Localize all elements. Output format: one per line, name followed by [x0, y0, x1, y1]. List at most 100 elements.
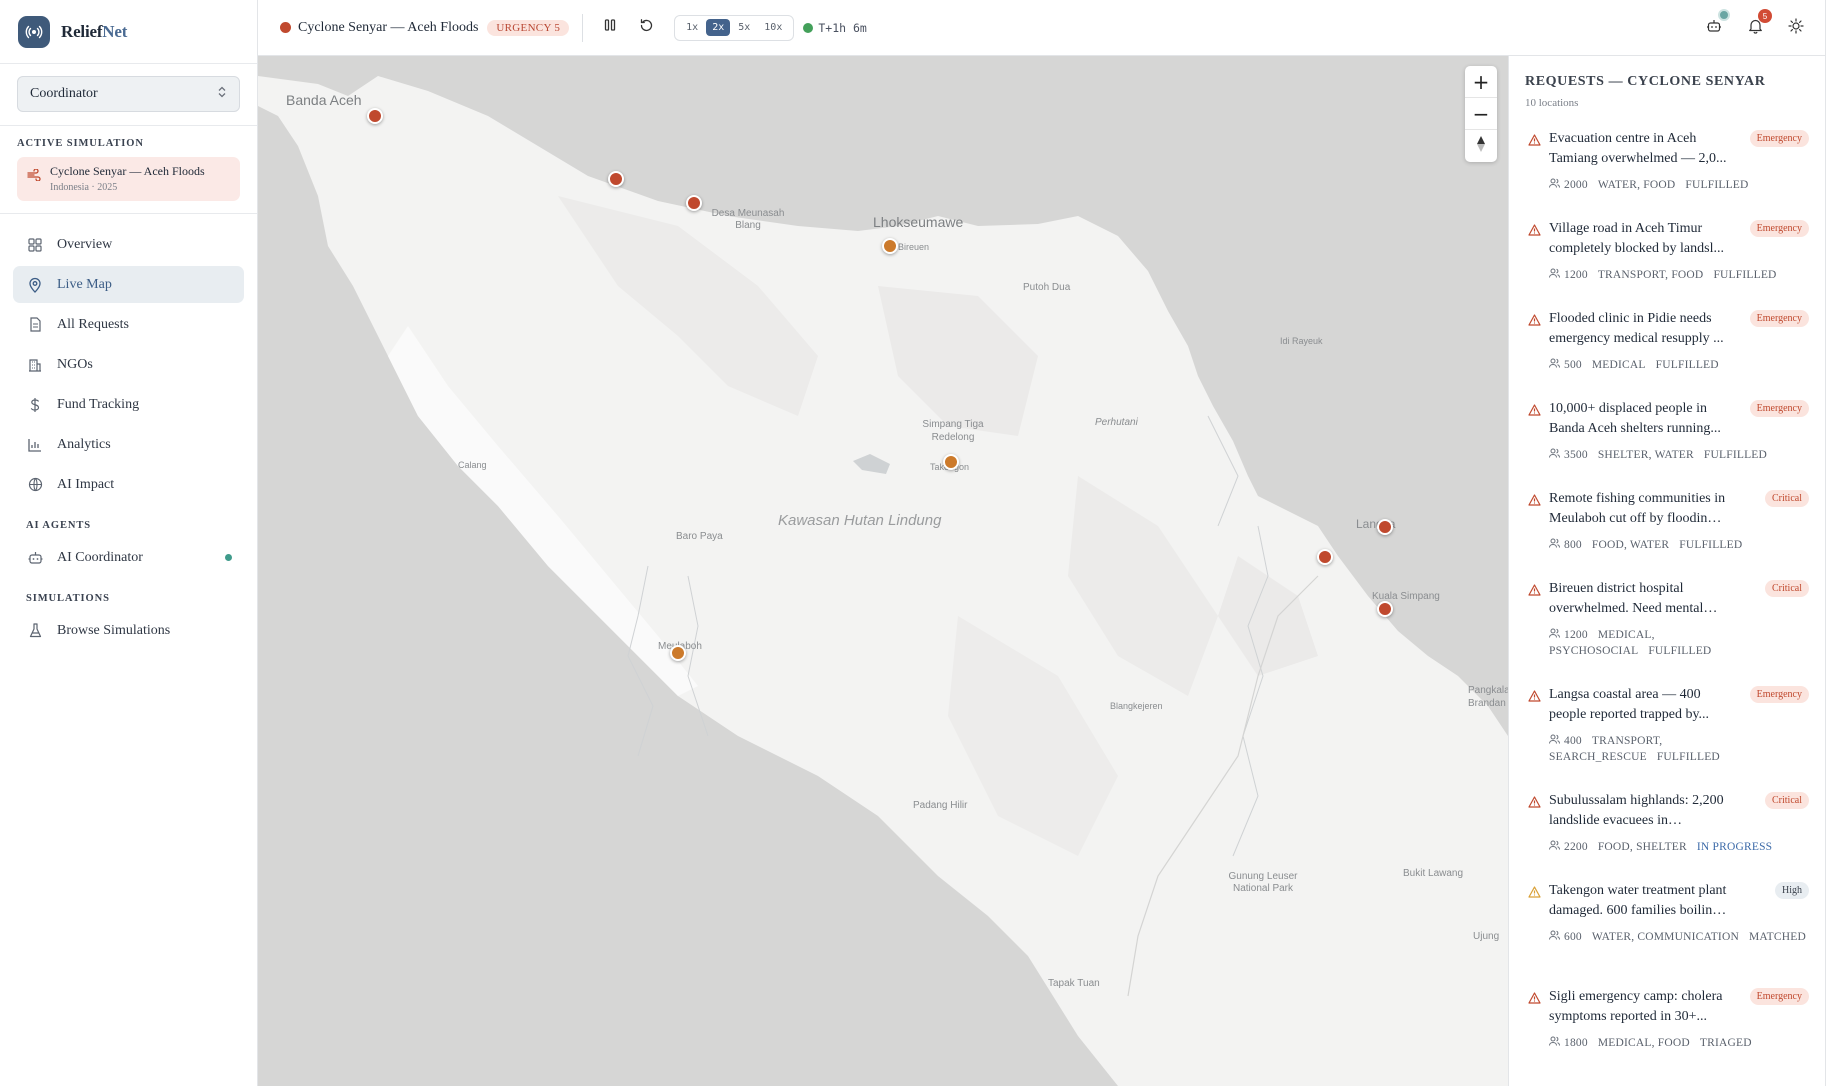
place-label: Kawasan Hutan Lindung: [778, 512, 942, 529]
users-icon: [1549, 447, 1564, 463]
request-item[interactable]: Bireuen district hospital overwhelmed. N…: [1509, 579, 1825, 685]
wind-icon: [27, 168, 41, 186]
role-select[interactable]: Coordinator: [17, 76, 240, 112]
request-item[interactable]: Village road in Aceh Timur completely bl…: [1509, 219, 1825, 309]
people-count-value: 3500: [1564, 449, 1588, 461]
nav-item-analytics[interactable]: Analytics: [13, 426, 244, 463]
people-count: 500: [1549, 357, 1582, 373]
speed-10x-button[interactable]: 10x: [758, 19, 788, 36]
nav-item-ai-coordinator[interactable]: AI Coordinator: [13, 539, 244, 576]
alert-triangle-icon: [1528, 583, 1541, 601]
place-label: Gunung Leuser National Park: [1228, 871, 1298, 894]
priority-badge: Emergency: [1749, 988, 1809, 1005]
simulation-status-dot: [280, 22, 291, 33]
request-status: TRIAGED: [1699, 1037, 1752, 1049]
request-item[interactable]: Remote fishing communities in Meulaboh c…: [1509, 489, 1825, 579]
alert-triangle-icon: [1528, 795, 1541, 813]
priority-badge: Emergency: [1749, 130, 1809, 147]
speed-5x-button[interactable]: 5x: [732, 19, 756, 36]
request-status: FULFILLED: [1679, 539, 1743, 551]
request-marker[interactable]: [367, 108, 383, 124]
nav-item-all-requests[interactable]: All Requests: [13, 306, 244, 343]
pause-icon: [603, 18, 617, 37]
nav-item-browse-simulations[interactable]: Browse Simulations: [13, 612, 244, 649]
people-count: 2200: [1549, 839, 1588, 855]
alert-triangle-icon: [1528, 223, 1541, 241]
request-marker[interactable]: [882, 238, 898, 254]
zoom-in-button[interactable]: +: [1465, 66, 1497, 98]
compass-icon: [1476, 134, 1486, 158]
request-categories: SHELTER, WATER: [1597, 449, 1694, 461]
plus-icon: +: [1472, 69, 1490, 94]
nav-item-label: Live Map: [57, 276, 112, 292]
nav-item-fund-tracking[interactable]: Fund Tracking: [13, 386, 244, 423]
users-icon: [1549, 177, 1564, 193]
request-title: Village road in Aceh Timur completely bl…: [1549, 221, 1724, 256]
request-categories: FOOD, WATER: [1591, 539, 1670, 551]
alert-triangle-icon: [1528, 313, 1541, 331]
online-status-dot: [225, 554, 232, 561]
request-status: FULFILLED: [1656, 751, 1720, 763]
speed-1x-button[interactable]: 1x: [680, 19, 704, 36]
request-item[interactable]: Takengon water treatment plant damaged. …: [1509, 881, 1825, 987]
sidebar: ReliefNet Coordinator ACTIVE SIMULATION …: [0, 0, 258, 1086]
minus-icon: −: [1472, 101, 1490, 126]
request-marker[interactable]: [670, 645, 686, 661]
people-count-value: 800: [1564, 539, 1582, 551]
request-marker[interactable]: [943, 454, 959, 470]
pause-button[interactable]: [596, 14, 624, 42]
request-item[interactable]: Sigli emergency camp: cholera symptoms r…: [1509, 987, 1825, 1077]
map-pin-icon: [27, 277, 43, 293]
request-item[interactable]: Evacuation centre in Aceh Tamiang overwh…: [1509, 129, 1825, 219]
reset-button[interactable]: [632, 14, 660, 42]
request-marker[interactable]: [686, 195, 702, 211]
place-label: Bukit Lawang: [1403, 868, 1464, 879]
bot-icon: [1706, 18, 1722, 38]
request-item[interactable]: Langsa coastal area — 400 people reporte…: [1509, 685, 1825, 791]
priority-badge: Emergency: [1749, 220, 1809, 237]
nav-item-ai-impact[interactable]: AI Impact: [13, 466, 244, 503]
nav-item-live-map[interactable]: Live Map: [13, 266, 244, 303]
theme-toggle-button[interactable]: [1783, 15, 1809, 41]
broadcast-icon: [18, 15, 50, 48]
ai-assistant-button[interactable]: [1701, 9, 1730, 41]
globe-icon: [27, 477, 43, 492]
speed-2x-button[interactable]: 2x: [706, 19, 731, 36]
request-meta: 1800 MEDICAL, FOOD TRIAGED: [1549, 1035, 1809, 1051]
people-count: 2000: [1549, 177, 1588, 193]
request-marker[interactable]: [1317, 549, 1333, 565]
map-basemap: [258, 56, 1508, 1086]
reset-bearing-button[interactable]: [1465, 130, 1497, 162]
request-meta: 600 WATER, COMMUNICATION MATCHED: [1549, 929, 1809, 945]
people-count-value: 2000: [1564, 179, 1588, 191]
notifications-button[interactable]: 5: [1742, 9, 1772, 41]
active-simulation-subtitle: Indonesia · 2025: [50, 182, 118, 193]
request-item[interactable]: Subulussalam highlands: 2,200 landslide …: [1509, 791, 1825, 881]
people-count-value: 1200: [1564, 269, 1588, 281]
people-count: 800: [1549, 537, 1582, 553]
brand[interactable]: ReliefNet: [0, 0, 257, 64]
request-list: Evacuation centre in Aceh Tamiang overwh…: [1509, 129, 1825, 1077]
live-map[interactable]: Banda Aceh Desa Meunasah Blang Lhokseuma…: [258, 56, 1508, 1086]
people-count: 400: [1549, 733, 1582, 749]
zoom-out-button[interactable]: −: [1465, 98, 1497, 130]
request-item[interactable]: Flooded clinic in Pidie needs emergency …: [1509, 309, 1825, 399]
users-icon: [1549, 267, 1564, 283]
nav-item-label: Overview: [57, 236, 113, 252]
request-meta: 400 TRANSPORT, SEARCH_RESCUE FULFILLED: [1549, 733, 1809, 765]
request-item[interactable]: 10,000+ displaced people in Banda Aceh s…: [1509, 399, 1825, 489]
priority-badge: Critical: [1765, 580, 1809, 597]
users-icon: [1549, 839, 1564, 855]
priority-badge: High: [1775, 882, 1809, 899]
people-count-value: 1200: [1564, 629, 1588, 641]
main-nav: Overview Live Map All Requests NGOs Fund…: [0, 214, 257, 649]
request-marker[interactable]: [1377, 601, 1393, 617]
active-simulation-card[interactable]: Cyclone Senyar — Aceh Floods Indonesia ·…: [17, 157, 240, 201]
nav-item-overview[interactable]: Overview: [13, 226, 244, 263]
users-icon: [1549, 357, 1564, 373]
users-icon: [1549, 929, 1564, 945]
request-title: Subulussalam highlands: 2,200 landslide …: [1549, 793, 1724, 828]
request-marker[interactable]: [1377, 519, 1393, 535]
request-marker[interactable]: [608, 171, 624, 187]
nav-item-ngos[interactable]: NGOs: [13, 346, 244, 383]
